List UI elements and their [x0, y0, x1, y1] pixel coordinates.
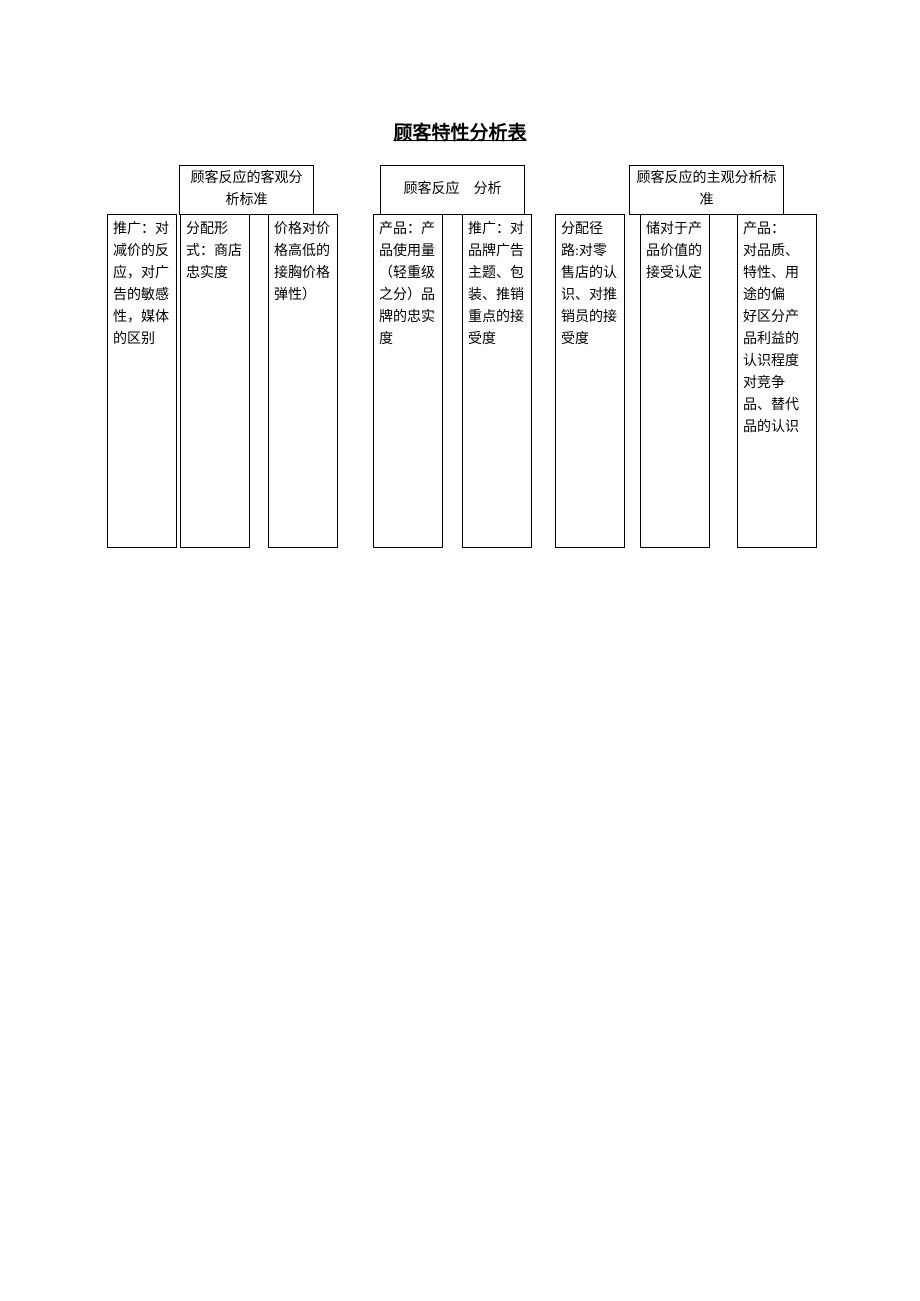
col-text-2: 分配形式：商店忠实度	[186, 219, 244, 285]
header-box-analysis: 顾客反应 分析	[380, 165, 525, 215]
header-box-objective: 顾客反应的客观分析标准	[179, 165, 314, 215]
col-text-3: 价格对价格高低的接胸价格弹性）	[274, 219, 332, 307]
column-promotion-objective: 推广：对减价的反应，对广告的敏感性，媒体的区别	[107, 214, 177, 548]
column-product-quality: 产品： 对品质、特性、用 途的偏 好区分产品利益的认识程度对竞争品、替代品的认识	[737, 214, 817, 548]
col-text-4: 产品：产品使用量（轻重级之分）品牌的忠实度	[379, 219, 437, 351]
col-text-7: 储对于产品价值的接受认定	[646, 219, 704, 285]
column-value-acceptance: 储对于产品价值的接受认定	[640, 214, 710, 548]
col-text-1: 推广：对减价的反应，对广告的敏感性，媒体的区别	[113, 219, 171, 351]
header-label-2: 顾客反应 分析	[404, 179, 502, 201]
col-text-6: 分配径路:对零售店的认识、对推销员的接受度	[561, 219, 619, 351]
column-promotion-subjective: 推广：对品牌广告主题、包装、推销重点的接受度	[462, 214, 532, 548]
column-distribution-form: 分配形式：商店忠实度	[180, 214, 250, 548]
col-text-5: 推广：对品牌广告主题、包装、推销重点的接受度	[468, 219, 526, 351]
header-label-1: 顾客反应的客观分析标准	[185, 168, 308, 212]
column-distribution-channel: 分配径路:对零售店的认识、对推销员的接受度	[555, 214, 625, 548]
col-text-8: 产品： 对品质、特性、用 途的偏 好区分产品利益的认识程度对竞争品、替代品的认识	[743, 219, 811, 439]
column-price: 价格对价格高低的接胸价格弹性）	[268, 214, 338, 548]
header-box-subjective: 顾客反应的主观分析标准	[629, 165, 784, 215]
column-product-usage: 产品：产品使用量（轻重级之分）品牌的忠实度	[373, 214, 443, 548]
header-label-3: 顾客反应的主观分析标准	[635, 168, 778, 212]
document-title: 顾客特性分析表	[0, 118, 920, 145]
